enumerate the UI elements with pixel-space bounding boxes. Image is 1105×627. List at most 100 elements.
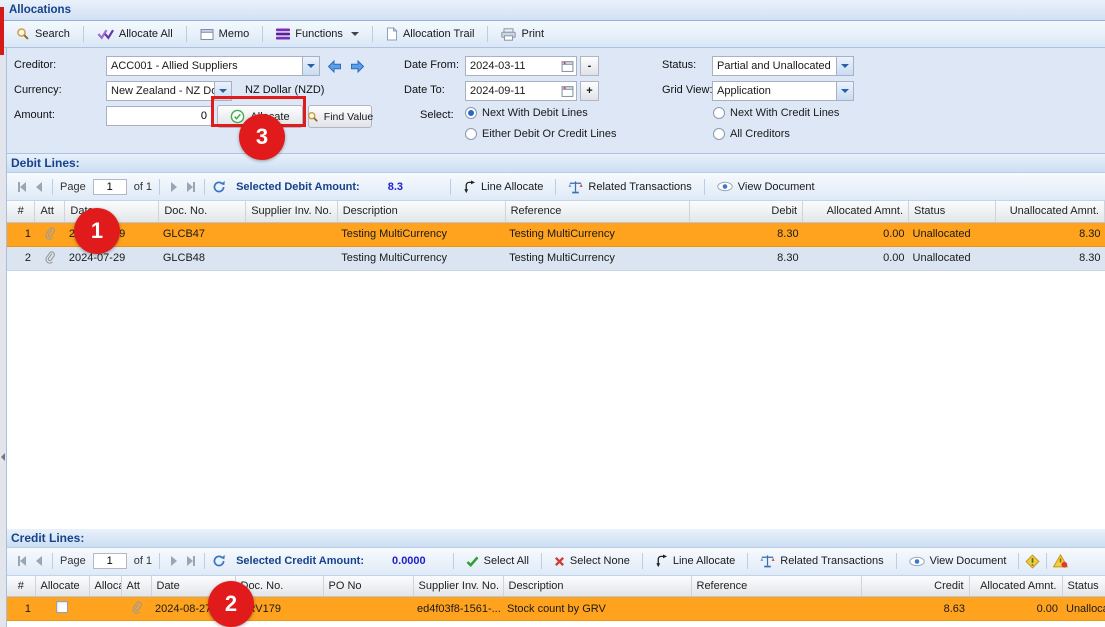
memo-button[interactable]: Memo xyxy=(192,25,258,44)
print-button[interactable]: Print xyxy=(493,25,552,44)
grid-view-combo[interactable]: Application xyxy=(712,81,854,101)
search-button[interactable]: Search xyxy=(8,24,78,44)
credit-related-transactions-button[interactable]: Related Transactions xyxy=(753,552,890,570)
main-toolbar: Search Allocate All Memo Functions Alloc… xyxy=(0,21,1105,48)
first-page-button[interactable] xyxy=(13,178,30,195)
date-to-value: 2024-09-11 xyxy=(466,85,561,97)
creditor-dropdown-button[interactable] xyxy=(302,57,319,75)
attachment-cell[interactable] xyxy=(35,246,65,270)
status-dropdown-button[interactable] xyxy=(836,57,853,75)
attachment-cell[interactable] xyxy=(35,222,65,246)
column-header-num[interactable]: # xyxy=(7,576,35,597)
status-combo[interactable]: Partial and Unallocated xyxy=(712,56,854,76)
warning-diamond-button[interactable] xyxy=(1024,553,1041,570)
row-number: 1 xyxy=(7,597,35,621)
allocate-all-button[interactable]: Allocate All xyxy=(89,25,181,43)
debit-row-2[interactable]: 2 2024-07-29 GLCB48 Testing MultiCurrenc… xyxy=(7,246,1105,270)
select-none-button[interactable]: Select None xyxy=(547,553,637,569)
page-title: Allocations xyxy=(9,4,71,16)
left-panel-splitter[interactable] xyxy=(0,48,7,627)
column-header-att[interactable]: Att xyxy=(121,576,151,597)
date-from-decrement-button[interactable]: - xyxy=(580,56,599,76)
content-area: Creditor: ACC001 - Allied Suppliers Curr… xyxy=(7,48,1105,627)
column-header-debit[interactable]: Debit xyxy=(690,201,803,222)
credit-view-document-button[interactable]: View Document xyxy=(902,553,1014,569)
column-header-num[interactable]: # xyxy=(7,201,35,222)
last-page-button[interactable] xyxy=(182,553,199,570)
next-creditor-button[interactable] xyxy=(348,57,366,75)
toolbar-separator xyxy=(541,553,542,569)
next-page-button[interactable] xyxy=(165,178,182,195)
prev-page-button[interactable] xyxy=(30,178,47,195)
column-header-reference[interactable]: Reference xyxy=(505,201,690,222)
debit-line-allocate-button[interactable]: Line Allocate xyxy=(456,178,550,196)
creditor-combo[interactable]: ACC001 - Allied Suppliers xyxy=(106,56,320,76)
last-page-button[interactable] xyxy=(182,178,199,195)
next-page-icon xyxy=(171,182,177,192)
select-all-button[interactable]: Select All xyxy=(459,553,536,569)
allocate-checkbox-cell[interactable] xyxy=(35,597,89,621)
prev-page-button[interactable] xyxy=(30,553,47,570)
debit-view-document-button[interactable]: View Document xyxy=(710,179,822,195)
debit-page-input[interactable] xyxy=(93,179,127,195)
radio-next-with-credit-lines[interactable]: Next With Credit Lines xyxy=(713,107,839,119)
column-header-status[interactable]: Status xyxy=(909,201,996,222)
column-header-po-no[interactable]: PO No xyxy=(323,576,413,597)
allocate-checkbox[interactable] xyxy=(56,601,68,613)
next-page-button[interactable] xyxy=(165,553,182,570)
column-header-att[interactable]: Att xyxy=(35,201,65,222)
amount-input[interactable] xyxy=(106,106,212,126)
allocate-all-icon xyxy=(97,28,114,40)
arrow-left-icon xyxy=(327,60,342,73)
column-header-reference[interactable]: Reference xyxy=(691,576,861,597)
prev-page-icon xyxy=(36,182,42,192)
radio-either-debit-or-credit-lines[interactable]: Either Debit Or Credit Lines xyxy=(465,128,617,140)
column-header-doc-no[interactable]: Doc. No. xyxy=(159,201,246,222)
functions-button[interactable]: Functions xyxy=(268,25,367,43)
column-header-description[interactable]: Description xyxy=(337,201,505,222)
refresh-button[interactable] xyxy=(210,553,227,570)
line-allocate-label: Line Allocate xyxy=(481,181,543,193)
calendar-icon xyxy=(561,85,574,98)
refresh-button[interactable] xyxy=(210,178,227,195)
paperclip-icon xyxy=(44,250,55,264)
column-header-unallocated-amnt[interactable]: Unallocated Amnt. xyxy=(995,201,1104,222)
column-header-supplier-inv-no[interactable]: Supplier Inv. No. xyxy=(413,576,503,597)
date-to-increment-button[interactable]: + xyxy=(580,81,599,101)
column-header-credit[interactable]: Credit xyxy=(861,576,969,597)
doc-no-cell: GLCB48 xyxy=(159,246,246,270)
supplier-inv-cell xyxy=(246,222,338,246)
column-header-allocat[interactable]: Allocat xyxy=(89,576,121,597)
credit-row-1[interactable]: 1 2024-08-27 GRV179 ed4f03f8-1561-... St… xyxy=(7,597,1105,621)
grid-view-dropdown-button[interactable] xyxy=(836,82,853,100)
page-label: Page xyxy=(60,181,86,193)
attachment-cell[interactable] xyxy=(121,597,151,621)
allocation-trail-button[interactable]: Allocation Trail xyxy=(378,24,483,44)
column-header-status[interactable]: Status xyxy=(1062,576,1105,597)
column-header-supplier-inv-no[interactable]: Supplier Inv. No. xyxy=(246,201,338,222)
credit-line-allocate-button[interactable]: Line Allocate xyxy=(648,552,742,570)
select-none-label: Select None xyxy=(570,555,630,567)
first-page-button[interactable] xyxy=(13,553,30,570)
radio-next-with-debit-lines[interactable]: Next With Debit Lines xyxy=(465,107,588,119)
column-header-description[interactable]: Description xyxy=(503,576,691,597)
debit-row-1[interactable]: 1 2024-07-29 GLCB47 Testing MultiCurrenc… xyxy=(7,222,1105,246)
column-header-allocated-amnt[interactable]: Allocated Amnt. xyxy=(969,576,1062,597)
warning-triangle-icon xyxy=(1053,554,1068,568)
reference-cell: Testing MultiCurrency xyxy=(505,222,690,246)
find-value-button[interactable]: Find Value xyxy=(308,105,372,128)
toolbar-separator xyxy=(1046,553,1047,569)
refresh-icon xyxy=(212,180,226,194)
previous-creditor-button[interactable] xyxy=(325,57,343,75)
warning-triangle-button[interactable] xyxy=(1052,553,1069,570)
unallocated-amnt-cell: 8.30 xyxy=(995,246,1104,270)
debit-related-transactions-button[interactable]: Related Transactions xyxy=(561,178,698,196)
date-to-field[interactable]: 2024-09-11 xyxy=(465,81,577,101)
date-from-field[interactable]: 2024-03-11 xyxy=(465,56,577,76)
plus-icon: + xyxy=(586,85,592,97)
radio-all-creditors[interactable]: All Creditors xyxy=(713,128,790,140)
column-header-allocate[interactable]: Allocate xyxy=(35,576,89,597)
select-label: Select: xyxy=(420,109,454,121)
column-header-allocated-amnt[interactable]: Allocated Amnt. xyxy=(803,201,909,222)
credit-page-input[interactable] xyxy=(93,553,127,569)
